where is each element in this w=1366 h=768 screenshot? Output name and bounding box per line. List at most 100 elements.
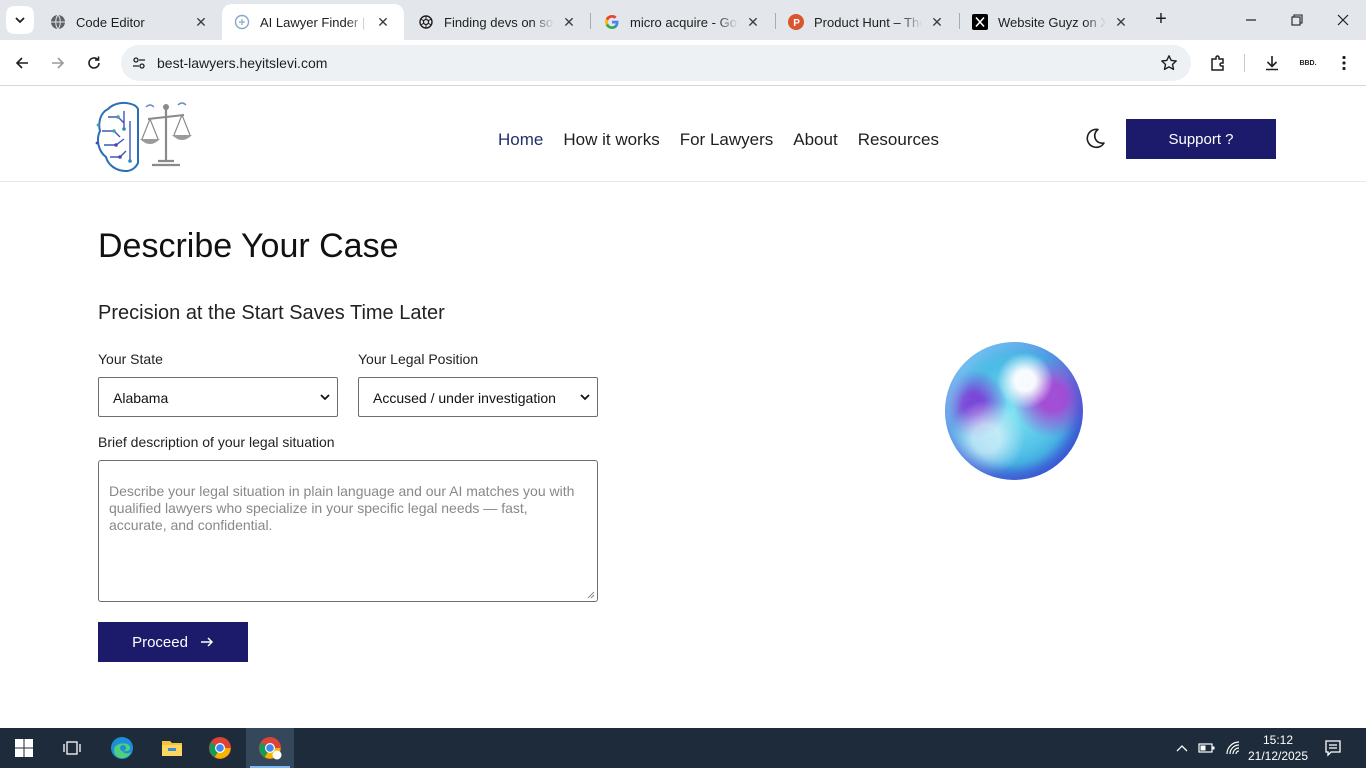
main-nav: Home How it works For Lawyers About Reso… (498, 130, 939, 150)
reload-icon (88, 56, 100, 69)
decorative-orb (945, 342, 1083, 480)
taskbar-edge[interactable] (98, 728, 146, 768)
taskbar-chrome-profile[interactable] (246, 728, 294, 768)
description-placeholder: Describe your legal situation in plain l… (109, 483, 575, 533)
clock-time: 15:12 (1262, 733, 1294, 747)
legal-position-select[interactable]: Accused / under investigation (358, 377, 598, 417)
tab-x-post[interactable]: Website Guyz on X: " ✕ (960, 4, 1142, 40)
close-window-button[interactable] (1320, 0, 1366, 40)
clock-date: 21/12/2025 (1247, 749, 1309, 763)
svg-text:P: P (793, 18, 800, 29)
close-icon (1337, 14, 1349, 26)
browser-tab-strip: Code Editor ✕ AI Lawyer Finder | Ma ✕ Fi… (0, 0, 1366, 40)
reload-button[interactable] (80, 49, 108, 77)
edge-icon (111, 737, 133, 759)
tab-title: Code Editor (76, 14, 145, 30)
minimize-icon (1246, 19, 1256, 21)
restore-window-button[interactable] (1274, 0, 1320, 40)
close-tab-icon[interactable]: ✕ (192, 13, 210, 31)
tab-finding-devs[interactable]: Finding devs on socia ✕ (406, 4, 590, 40)
system-clock[interactable]: 15:12 21/12/2025 (1240, 732, 1316, 764)
nav-resources[interactable]: Resources (858, 130, 939, 150)
chevron-down-icon (580, 394, 590, 401)
nav-how-it-works[interactable]: How it works (563, 130, 659, 150)
minimize-window-button[interactable] (1228, 0, 1274, 40)
tab-separator (775, 13, 776, 29)
profile-avatar[interactable]: BBD. (1296, 51, 1320, 75)
openai-icon (418, 14, 434, 30)
chevron-down-icon (320, 394, 330, 401)
tab-google-search[interactable]: micro acquire - Goog ✕ (592, 4, 774, 40)
nav-for-lawyers[interactable]: For Lawyers (680, 130, 774, 150)
task-view-button[interactable] (48, 728, 96, 768)
state-select[interactable]: Alabama (98, 377, 338, 417)
battery-icon[interactable] (1196, 728, 1218, 768)
menu-kebab-icon[interactable] (1332, 51, 1356, 75)
proceed-button[interactable]: Proceed (98, 622, 248, 662)
page-subtitle: Precision at the Start Saves Time Later (98, 302, 445, 324)
tab-search-button[interactable] (6, 6, 34, 34)
windows-logo-icon (15, 739, 33, 757)
site-header: Home How it works For Lawyers About Reso… (0, 87, 1366, 182)
close-tab-icon[interactable]: ✕ (374, 13, 392, 31)
nav-about[interactable]: About (793, 130, 837, 150)
tab-title: Finding devs on socia (444, 14, 554, 30)
task-view-icon (63, 741, 81, 755)
restore-icon (1291, 14, 1303, 26)
tab-ai-lawyer-finder[interactable]: AI Lawyer Finder | Ma ✕ (222, 4, 404, 40)
notifications-icon[interactable] (1320, 728, 1346, 768)
tab-separator (959, 13, 960, 29)
resize-grip-icon[interactable] (586, 590, 595, 599)
forward-button[interactable] (44, 49, 72, 77)
bookmark-star-icon[interactable] (1159, 53, 1179, 73)
close-tab-icon[interactable]: ✕ (744, 13, 762, 31)
globe-icon (50, 14, 66, 30)
tab-product-hunt[interactable]: P Product Hunt – The b ✕ (776, 4, 958, 40)
product-hunt-icon: P (788, 14, 804, 30)
x-logo-icon (972, 14, 988, 30)
support-button[interactable]: Support ? (1126, 119, 1276, 159)
tab-title: AI Lawyer Finder | Ma (260, 14, 368, 30)
tab-title: micro acquire - Goog (630, 14, 738, 30)
arrow-left-icon (15, 57, 28, 69)
new-tab-plus-icon[interactable]: + (1150, 8, 1172, 30)
taskbar-file-explorer[interactable] (148, 728, 196, 768)
state-select-value: Alabama (113, 390, 169, 406)
tab-title: Website Guyz on X: " (998, 14, 1106, 30)
state-label: Your State (98, 351, 163, 367)
close-tab-icon[interactable]: ✕ (928, 13, 946, 31)
url-text[interactable]: best-lawyers.heyitslevi.com (157, 55, 327, 71)
site-favicon-icon (234, 14, 250, 30)
proceed-button-label: Proceed (132, 633, 188, 651)
google-icon (604, 14, 620, 30)
brain-scales-logo[interactable] (94, 99, 194, 175)
show-hidden-icons-chevron-icon[interactable] (1172, 728, 1192, 768)
chevron-down-icon (15, 17, 25, 24)
arrow-right-icon (52, 57, 65, 69)
close-tab-icon[interactable]: ✕ (1112, 13, 1130, 31)
toolbar-separator (1244, 54, 1245, 72)
arrow-right-icon (200, 637, 213, 647)
tab-separator (590, 13, 591, 29)
description-label: Brief description of your legal situatio… (98, 434, 335, 450)
folder-icon (162, 741, 182, 756)
site-info-icon[interactable] (127, 51, 151, 75)
extensions-icon[interactable] (1206, 51, 1230, 75)
windows-taskbar: 15:12 21/12/2025 (0, 728, 1366, 768)
page-title: Describe Your Case (98, 227, 399, 265)
chrome-icon (259, 737, 282, 760)
legal-position-select-value: Accused / under investigation (373, 390, 556, 406)
address-bar[interactable]: best-lawyers.heyitslevi.com (121, 45, 1191, 81)
close-tab-icon[interactable]: ✕ (560, 13, 578, 31)
tab-code-editor[interactable]: Code Editor ✕ (38, 4, 222, 40)
chrome-icon (209, 737, 231, 759)
nav-home[interactable]: Home (498, 130, 543, 150)
download-icon[interactable] (1260, 51, 1284, 75)
back-button[interactable] (8, 49, 36, 77)
tab-title: Product Hunt – The b (814, 14, 922, 30)
description-textarea[interactable]: Describe your legal situation in plain l… (98, 460, 598, 602)
start-button[interactable] (0, 728, 48, 768)
taskbar-chrome[interactable] (196, 728, 244, 768)
dark-mode-toggle-icon[interactable] (1084, 127, 1106, 149)
legal-position-label: Your Legal Position (358, 351, 479, 367)
